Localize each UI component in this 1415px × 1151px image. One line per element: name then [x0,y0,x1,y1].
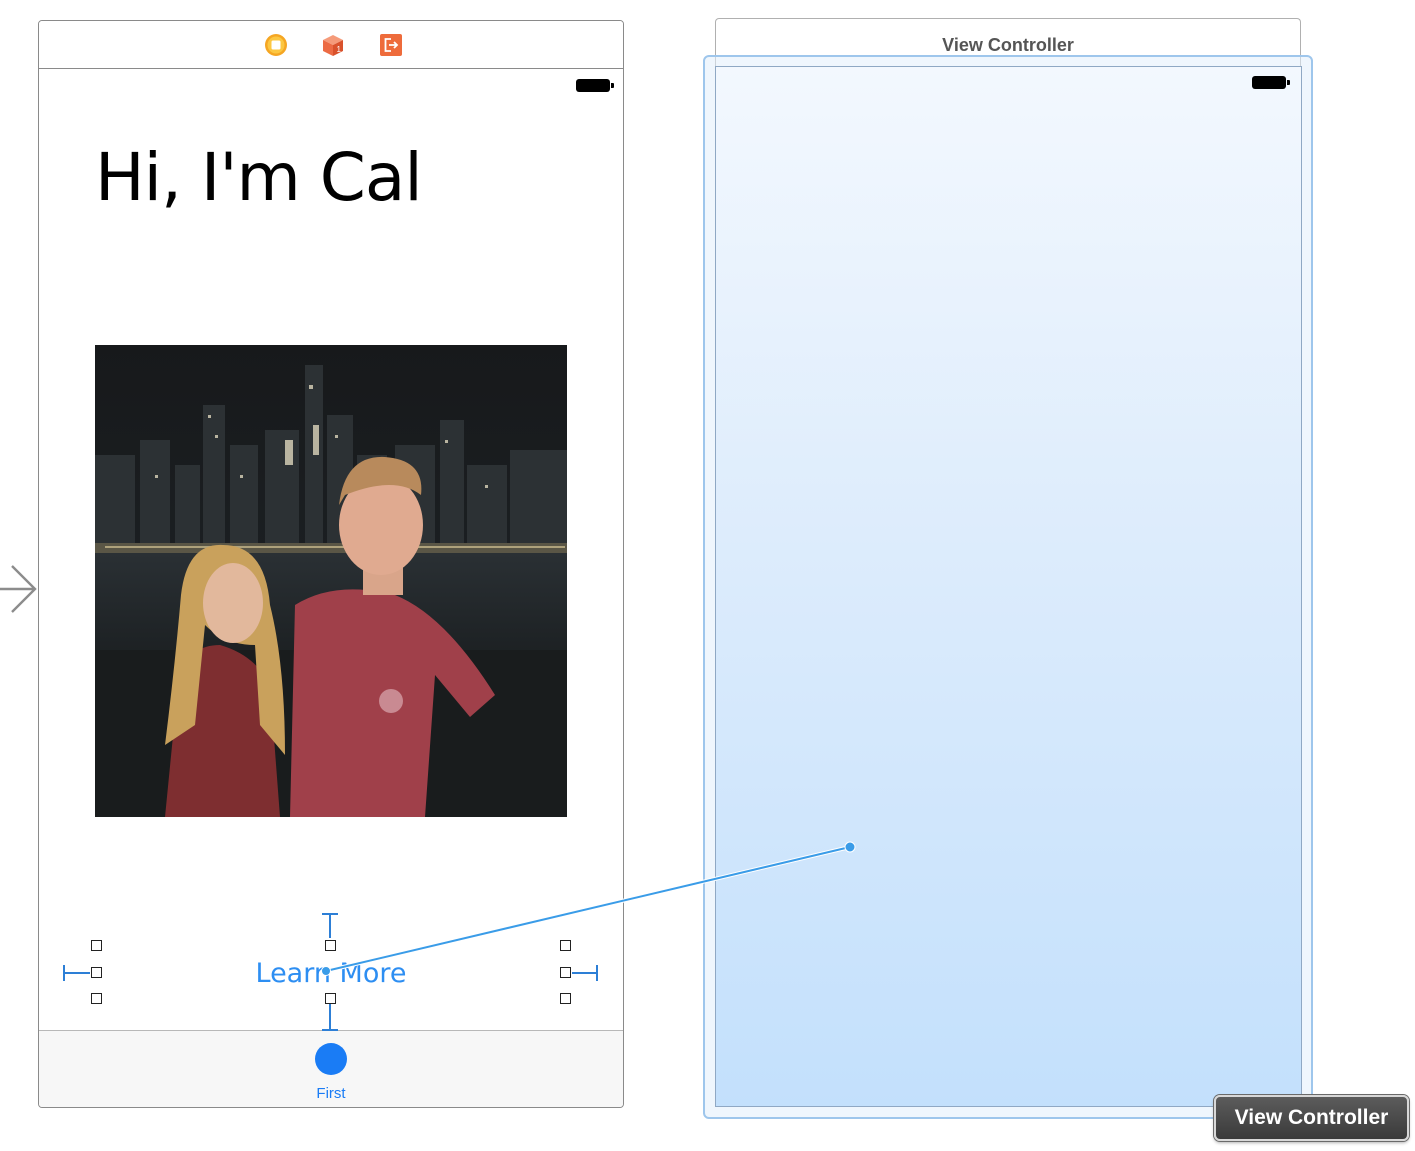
view-controller-target-badge: View Controller [1214,1095,1409,1141]
connection-drag-line [321,841,856,976]
